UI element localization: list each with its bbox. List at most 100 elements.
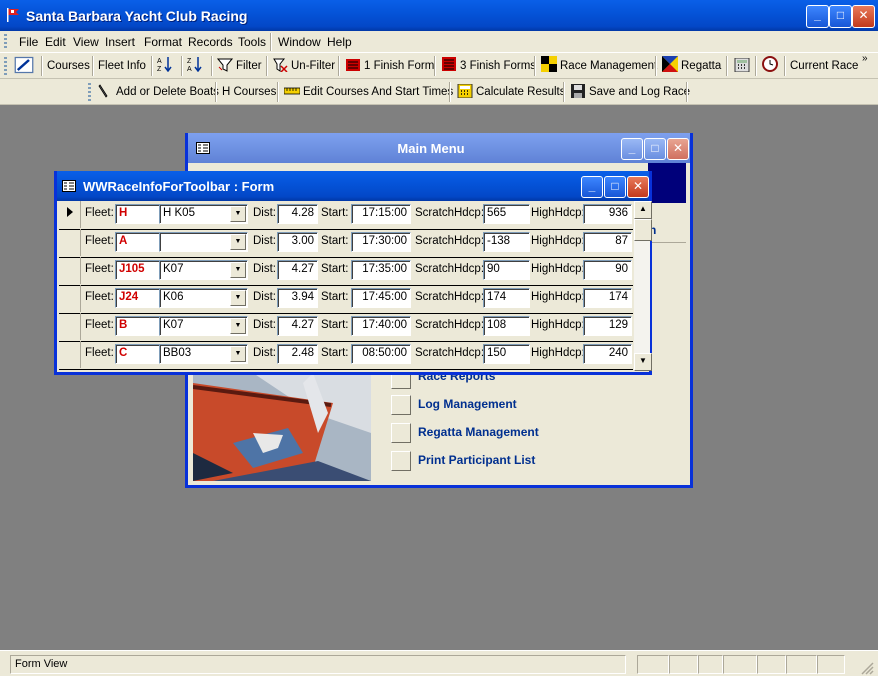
main-menu-maximize-button[interactable]: □ — [644, 138, 666, 160]
scratch-hdcp-field[interactable]: -138 — [483, 232, 530, 252]
scratch-hdcp-field[interactable]: 90 — [483, 260, 530, 280]
dist-field[interactable]: 2.48 — [277, 344, 318, 364]
menu-edit[interactable]: Edit — [45, 35, 66, 49]
regatta-button[interactable]: Regatta — [662, 56, 721, 76]
maximize-button[interactable]: □ — [829, 5, 852, 28]
record-selector[interactable] — [59, 229, 81, 256]
fleet-field[interactable]: H — [115, 204, 160, 224]
menu-format[interactable]: Format — [144, 35, 182, 49]
form-close-button[interactable]: ✕ — [627, 176, 649, 198]
fleet-field[interactable]: A — [115, 232, 160, 252]
course-combobox[interactable]: K06 ▼ — [159, 288, 248, 308]
finish-form-1-button[interactable]: 1 Finish Form — [345, 56, 434, 76]
start-time-field[interactable]: 17:40:00 — [351, 316, 411, 336]
menubar-grip[interactable] — [4, 34, 7, 50]
fleet-info-button[interactable]: Fleet Info — [98, 56, 146, 76]
record-selector[interactable] — [59, 257, 81, 284]
edit-courses-button[interactable]: Edit Courses And Start Times — [284, 82, 453, 102]
current-race-button[interactable]: Current Race — [790, 56, 858, 76]
clock-button[interactable] — [762, 56, 781, 76]
high-hdcp-field[interactable]: 936 — [583, 204, 632, 224]
form-maximize-button[interactable]: □ — [604, 176, 626, 198]
course-combobox[interactable]: H K05 ▼ — [159, 204, 248, 224]
design-button[interactable] — [14, 56, 37, 76]
menu-view[interactable]: View — [73, 35, 99, 49]
main-menu-minimize-button[interactable]: _ — [621, 138, 643, 160]
high-hdcp-field[interactable]: 129 — [583, 316, 632, 336]
high-hdcp-field[interactable]: 90 — [583, 260, 632, 280]
chevron-down-icon[interactable]: ▼ — [230, 206, 246, 222]
record-selector[interactable] — [59, 313, 81, 340]
toolbar-grip[interactable] — [4, 57, 7, 75]
finish-forms-3-button[interactable]: 3 Finish Forms — [441, 56, 536, 76]
menu-file[interactable]: File — [19, 35, 38, 49]
dist-field[interactable]: 4.27 — [277, 260, 318, 280]
course-combobox[interactable]: K07 ▼ — [159, 316, 248, 336]
dist-field[interactable]: 4.28 — [277, 204, 318, 224]
fleet-field[interactable]: C — [115, 344, 160, 364]
menu-records[interactable]: Records — [188, 35, 233, 49]
chevron-down-icon[interactable]: ▼ — [230, 318, 246, 334]
toolbar-overflow-chevron[interactable]: » — [862, 53, 868, 73]
record-selector[interactable] — [59, 285, 81, 312]
dist-field[interactable]: 3.94 — [277, 288, 318, 308]
high-hdcp-field[interactable]: 240 — [583, 344, 632, 364]
unfilter-button[interactable]: Un-Filter — [272, 56, 335, 76]
high-hdcp-field[interactable]: 174 — [583, 288, 632, 308]
toolbar-grip[interactable] — [88, 83, 91, 101]
minimize-button[interactable]: _ — [806, 5, 829, 28]
vertical-scrollbar[interactable]: ▲ ▼ — [634, 201, 652, 371]
sort-ascending-button[interactable]: AZ — [157, 56, 176, 76]
course-combobox[interactable]: ▼ — [159, 232, 248, 252]
chevron-down-icon[interactable]: ▼ — [230, 290, 246, 306]
chevron-down-icon[interactable]: ▼ — [230, 346, 246, 362]
scroll-up-button[interactable]: ▲ — [634, 201, 652, 219]
dist-field[interactable]: 4.27 — [277, 316, 318, 336]
dist-field[interactable]: 3.00 — [277, 232, 318, 252]
race-management-button[interactable]: Race Management — [541, 56, 657, 76]
record-selector[interactable] — [59, 341, 81, 368]
start-time-field[interactable]: 08:50:00 — [351, 344, 411, 364]
scroll-down-button[interactable]: ▼ — [634, 353, 652, 371]
course-combobox[interactable]: BB03 ▼ — [159, 344, 248, 364]
form-minimize-button[interactable]: _ — [581, 176, 603, 198]
menu-help[interactable]: Help — [327, 35, 352, 49]
close-button[interactable]: ✕ — [852, 5, 875, 28]
chevron-down-icon[interactable]: ▼ — [230, 262, 246, 278]
record-selector[interactable] — [59, 201, 81, 228]
start-time-field[interactable]: 17:45:00 — [351, 288, 411, 308]
regatta-management-button[interactable] — [391, 423, 411, 443]
scratch-hdcp-field[interactable]: 108 — [483, 316, 530, 336]
fleet-field[interactable]: B — [115, 316, 160, 336]
filter-button[interactable]: Filter — [217, 56, 262, 76]
menu-window[interactable]: Window — [278, 35, 321, 49]
sort-descending-button[interactable]: ZA — [187, 56, 206, 76]
high-hdcp-field[interactable]: 87 — [583, 232, 632, 252]
log-management-button[interactable] — [391, 395, 411, 415]
start-time-field[interactable]: 17:30:00 — [351, 232, 411, 252]
course-combobox[interactable]: K07 ▼ — [159, 260, 248, 280]
start-time-field[interactable]: 17:15:00 — [351, 204, 411, 224]
resize-grip-icon[interactable] — [860, 661, 874, 675]
race-management-label: Race Management — [560, 60, 658, 72]
main-menu-header-band — [648, 163, 686, 203]
menu-insert[interactable]: Insert — [105, 35, 135, 49]
add-delete-boats-button[interactable]: Add or Delete Boats — [97, 82, 219, 102]
main-menu-close-button[interactable]: ✕ — [667, 138, 689, 160]
fleet-field[interactable]: J24 — [115, 288, 160, 308]
chevron-down-icon[interactable]: ▼ — [230, 234, 246, 250]
h-courses-button[interactable]: H Courses — [222, 82, 276, 102]
print-participant-list-button[interactable] — [391, 451, 411, 471]
fleet-field[interactable]: J105 — [115, 260, 160, 280]
toolbar-separator — [563, 82, 565, 102]
calculator-button[interactable] — [734, 56, 753, 76]
calculate-results-button[interactable]: Calculate Results — [457, 82, 565, 102]
scroll-thumb[interactable] — [634, 219, 652, 241]
scratch-hdcp-field[interactable]: 150 — [483, 344, 530, 364]
menu-tools[interactable]: Tools — [238, 35, 266, 49]
courses-button[interactable]: Courses — [47, 56, 90, 76]
start-time-field[interactable]: 17:35:00 — [351, 260, 411, 280]
scratch-hdcp-field[interactable]: 565 — [483, 204, 530, 224]
scratch-hdcp-field[interactable]: 174 — [483, 288, 530, 308]
save-log-race-button[interactable]: Save and Log Race — [570, 82, 690, 102]
